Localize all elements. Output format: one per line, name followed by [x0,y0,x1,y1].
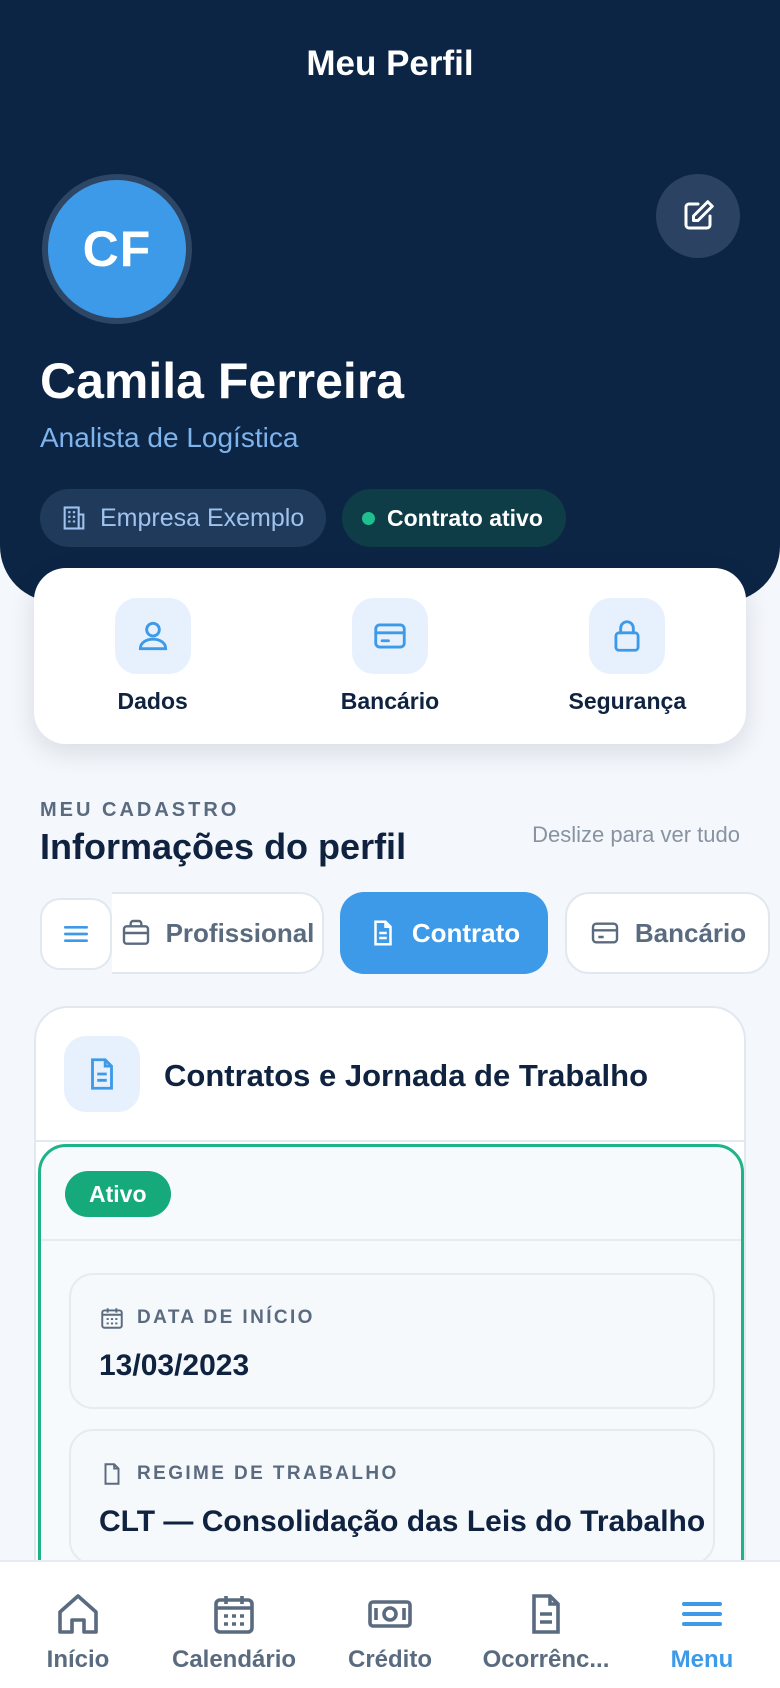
quick-action-bancario[interactable]: Bancário [290,597,490,715]
card-icon [351,597,428,674]
start-date-value: 13/03/2023 [99,1349,250,1382]
tab-label: Contrato [411,917,521,948]
tab-bancario[interactable]: Bancário [565,892,770,974]
nav-label: Ocorrênc... [482,1646,610,1673]
nav-item-credito[interactable]: Crédito [312,1562,468,1688]
quick-action-label: Dados [117,687,188,714]
money-icon [368,1600,412,1628]
contract-status-chip: Contrato ativo [342,489,566,547]
edit-profile-button[interactable] [656,174,740,258]
quick-action-label: Segurança [568,687,687,714]
document-icon [374,920,392,946]
avatar-initials: CF [82,221,152,277]
tab-profissional[interactable]: Profissional [112,892,324,974]
field-label: DATA DE INÍCIO [99,1305,315,1331]
lock-icon [589,597,666,674]
field-label-text: REGIME DE TRABALHO [137,1463,399,1484]
nav-item-menu[interactable]: Menu [624,1562,780,1688]
profile-role: Analista de Logística [40,422,299,453]
contracts-card-header: Contratos e Jornada de Trabalho [36,1008,744,1142]
nav-label: Crédito [348,1646,432,1673]
section-title: Informações do perfil [40,826,407,867]
profile-name: Camila Ferreira [40,353,405,409]
quick-actions-card: Dados Bancário Segurança [34,568,746,744]
briefcase-icon [122,919,149,945]
start-date-field: DATA DE INÍCIO 13/03/2023 [69,1273,715,1409]
contract-status-row: Ativo [41,1147,741,1241]
work-regime-value: CLT — Consolidação das Leis do Trabalho [99,1505,706,1538]
section-kicker: MEU CADASTRO [40,799,240,821]
tab-label: Profissional [165,917,315,948]
menu-icon [682,1602,722,1626]
nav-label: Calendário [171,1646,297,1673]
profile-screen: Meu Perfil CF Camila Ferreira Analista d… [0,0,780,1688]
bottom-navigation: Início Calendário Crédito Ocorrênc... Me… [0,1560,780,1688]
quick-action-dados[interactable]: Dados [53,597,253,715]
card-icon [591,922,619,944]
company-name: Empresa Exemplo [100,503,305,532]
nav-label: Início [46,1646,110,1673]
document-icon [64,1036,140,1112]
nav-item-ocorrencias[interactable]: Ocorrênc... [468,1562,624,1688]
calendar-icon [214,1596,254,1634]
document-icon [532,1594,560,1634]
quick-action-seguranca[interactable]: Segurança [527,597,727,715]
field-label-text: DATA DE INÍCIO [137,1307,315,1328]
menu-icon [63,926,88,942]
company-chip: Empresa Exemplo [40,489,326,547]
nav-item-calendario[interactable]: Calendário [156,1562,312,1688]
quick-action-label: Bancário [340,687,440,714]
nav-item-inicio[interactable]: Início [0,1562,156,1688]
tabs-menu-button[interactable] [40,898,112,970]
edit-icon [684,200,714,230]
contract-status-label: Contrato ativo [387,504,543,531]
page-title: Meu Perfil [306,44,474,83]
tab-contrato[interactable]: Contrato [340,892,548,974]
contracts-title: Contratos e Jornada de Trabalho [164,1058,649,1093]
work-regime-field: REGIME DE TRABALHO CLT — Consolidação da… [69,1429,715,1565]
profile-header: Meu Perfil CF Camila Ferreira Analista d… [0,0,780,602]
status-badge: Ativo [65,1171,171,1217]
swipe-hint: Deslize para ver tudo [532,822,740,847]
file-icon [104,1463,120,1485]
building-icon [63,506,85,530]
nav-label: Menu [670,1646,734,1673]
user-icon [114,597,191,674]
avatar: CF [42,174,192,324]
field-label: REGIME DE TRABALHO [99,1461,399,1487]
status-dot-icon [362,511,375,525]
tab-label: Bancário [634,917,747,948]
status-badge-label: Ativo [89,1180,147,1207]
calendar-icon [101,1308,123,1329]
home-icon [58,1594,98,1634]
